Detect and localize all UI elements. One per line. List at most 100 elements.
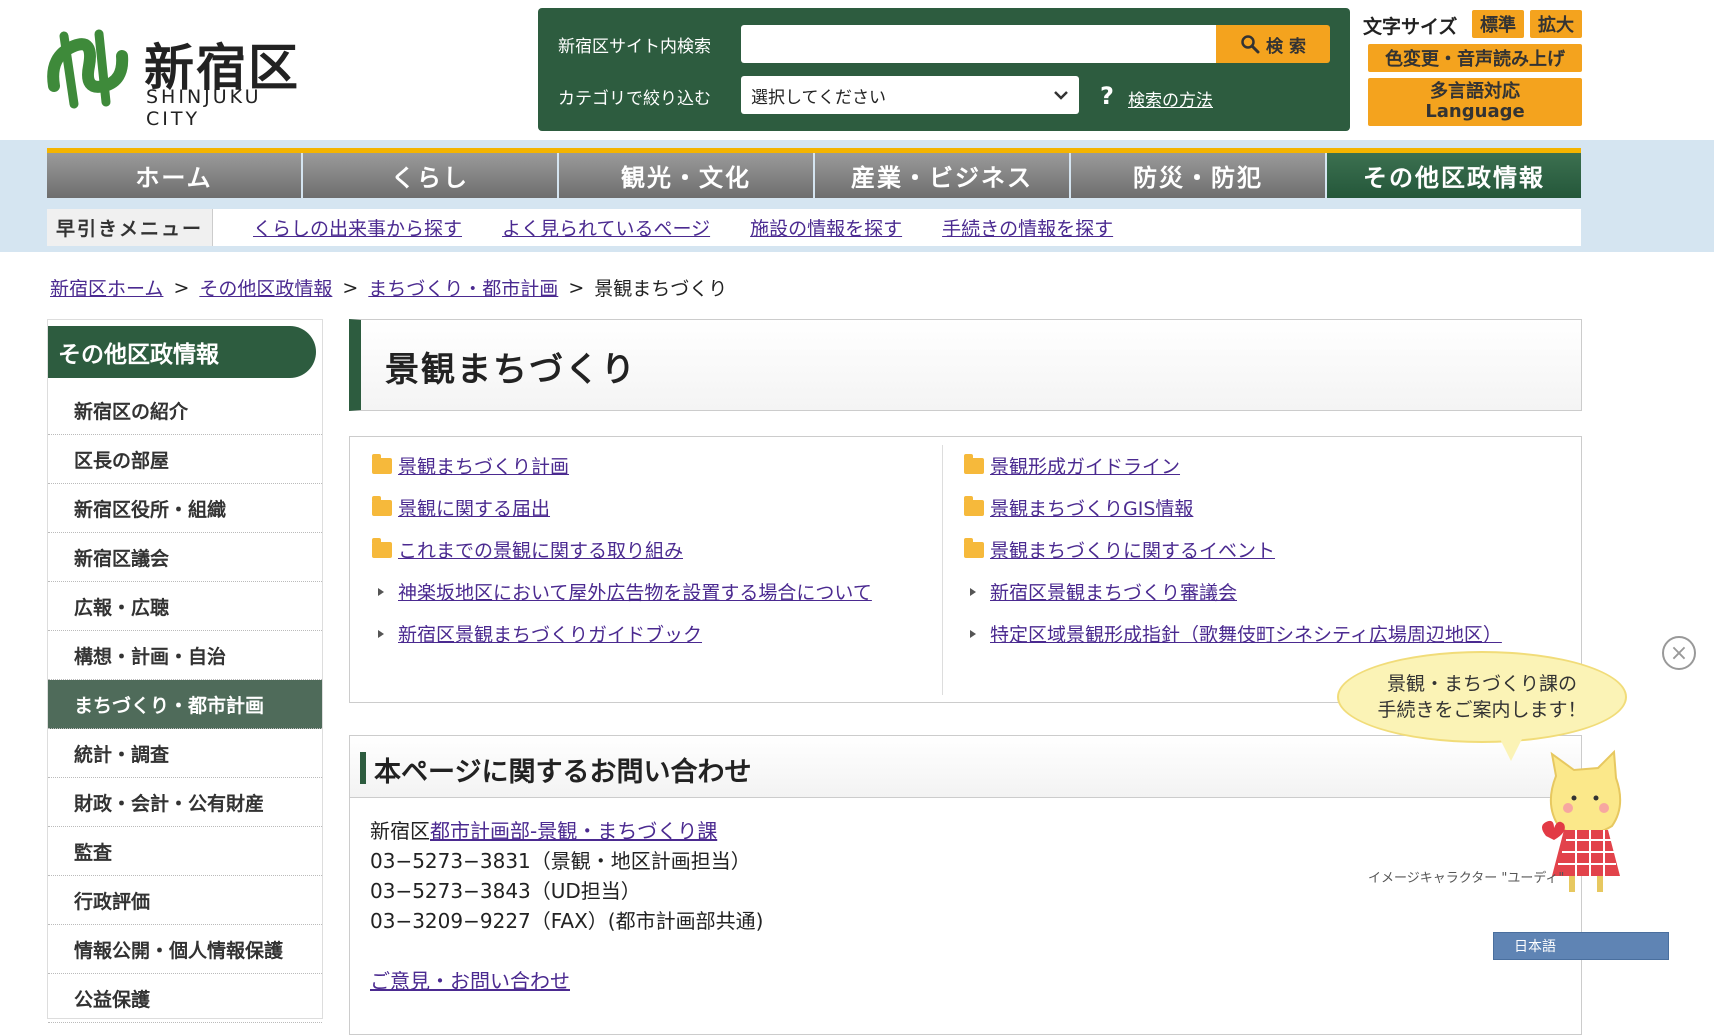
sidebar-menu: 新宿区の紹介 区長の部屋 新宿区役所・組織 新宿区議会 広報・広聴 構想・計画・… — [48, 386, 322, 1023]
category-selected-value: 選択してください — [751, 87, 886, 108]
sidebar-item[interactable]: 公益保護 — [48, 974, 322, 1023]
multilanguage-label-ja: 多言語対応 — [1430, 81, 1520, 102]
sidebar-item[interactable]: 監査 — [48, 827, 322, 876]
bullet-icon — [970, 630, 976, 638]
folder-icon — [372, 496, 392, 516]
sidebar-item[interactable]: 新宿区議会 — [48, 533, 322, 582]
search-label: 新宿区サイト内検索 — [558, 37, 711, 57]
quick-link-popular-pages[interactable]: よく見られているページ — [502, 214, 710, 241]
chevron-down-icon — [1054, 91, 1068, 100]
breadcrumb-link-city-planning[interactable]: まちづくり・都市計画 — [368, 274, 558, 301]
list-item: 新宿区景観まちづくり審議会 — [964, 579, 1524, 621]
search-help-link[interactable]: 検索の方法 — [1128, 86, 1213, 111]
page-link[interactable]: 特定区域景観形成指針（歌舞伎町シネシティ広場周辺地区） — [990, 621, 1510, 649]
close-icon[interactable]: × — [1662, 636, 1696, 670]
list-item: これまでの景観に関する取り組み — [372, 537, 932, 579]
list-item: 景観に関する届出 — [372, 495, 932, 537]
folder-icon — [964, 538, 984, 558]
sidebar-item[interactable]: 広報・広聴 — [48, 582, 322, 631]
folder-icon — [964, 496, 984, 516]
bullet-icon — [378, 630, 384, 638]
quick-link-life-events[interactable]: くらしの出来事から探す — [253, 214, 462, 241]
links-column-right: 景観形成ガイドライン 景観まちづくりGIS情報 景観まちづくりに関するイベント … — [964, 453, 1524, 681]
nav-industry-business[interactable]: 産業・ビジネス — [815, 153, 1071, 198]
quick-menu: 早引きメニュー くらしの出来事から探す よく見られているページ 施設の情報を探す… — [47, 209, 1581, 246]
department-link[interactable]: 都市計画部-景観・まちづくり課 — [430, 819, 717, 843]
category-link[interactable]: 景観まちづくりGIS情報 — [990, 495, 1193, 523]
breadcrumb-current: 景観まちづくり — [594, 278, 728, 300]
multilanguage-label-en: Language — [1425, 101, 1525, 122]
quick-link-facilities[interactable]: 施設の情報を探す — [750, 214, 902, 241]
search-button-label: 検 索 — [1266, 36, 1306, 57]
color-voice-button[interactable]: 色変更・音声読み上げ — [1368, 44, 1582, 72]
main-navigation: ホーム くらし 観光・文化 産業・ビジネス 防災・防犯 その他区政情報 — [47, 148, 1581, 198]
quick-link-procedures[interactable]: 手続きの情報を探す — [942, 214, 1113, 241]
list-item: 景観まちづくりGIS情報 — [964, 495, 1524, 537]
quick-menu-title: 早引きメニュー — [47, 209, 213, 246]
bubble-line: 手続きをご案内します！ — [1377, 699, 1587, 721]
sidebar: その他区政情報 新宿区の紹介 区長の部屋 新宿区役所・組織 新宿区議会 広報・広… — [47, 319, 323, 1023]
logo-name-en: SHINJUKU CITY — [146, 86, 262, 130]
sidebar-item[interactable]: 情報公開・個人情報保護 — [48, 925, 322, 974]
sidebar-item[interactable]: 区長の部屋 — [48, 435, 322, 484]
folder-icon — [372, 454, 392, 474]
breadcrumb-separator: > — [173, 276, 190, 299]
search-icon — [1241, 35, 1260, 54]
category-link[interactable]: 景観に関する届出 — [398, 495, 550, 523]
search-button[interactable]: 検 索 — [1216, 25, 1330, 63]
font-size-label: 文字サイズ — [1363, 16, 1458, 38]
nav-living[interactable]: くらし — [303, 153, 559, 198]
breadcrumb-link-home[interactable]: 新宿区ホーム — [50, 274, 163, 301]
nav-tourism-culture[interactable]: 観光・文化 — [559, 153, 815, 198]
shinjuku-logo-mark-icon — [47, 29, 129, 109]
font-size-normal-button[interactable]: 標準 — [1472, 10, 1524, 38]
sidebar-item[interactable]: 新宿区の紹介 — [48, 386, 322, 435]
breadcrumb-link-other-info[interactable]: その他区政情報 — [199, 274, 332, 301]
bullet-icon — [970, 588, 976, 596]
sidebar-title[interactable]: その他区政情報 — [48, 326, 316, 378]
sidebar-item[interactable]: 新宿区役所・組織 — [48, 484, 322, 533]
page-title: 景観まちづくり — [385, 350, 637, 390]
site-header: 新宿区 SHINJUKU CITY 新宿区サイト内検索 検 索 カテゴリで絞り込… — [0, 0, 1714, 140]
language-select[interactable]: 日本語 — [1493, 932, 1669, 960]
site-logo[interactable]: 新宿区 SHINJUKU CITY — [44, 24, 314, 130]
accessibility-tools: 文字サイズ 標準 拡大 色変更・音声読み上げ 多言語対応 Language — [1360, 6, 1586, 126]
list-item: 神楽坂地区において屋外広告物を設置する場合について — [372, 579, 932, 621]
category-link[interactable]: これまでの景観に関する取り組み — [398, 537, 683, 565]
breadcrumb-separator: > — [568, 276, 585, 299]
contact-body: 新宿区都市計画部-景観・まちづくり課 03−5273−3831（景観・地区計画担… — [370, 816, 763, 996]
sidebar-item-active[interactable]: まちづくり・都市計画 — [48, 680, 322, 729]
sidebar-item[interactable]: 行政評価 — [48, 876, 322, 925]
search-input[interactable] — [741, 25, 1221, 63]
breadcrumb-separator: > — [342, 276, 359, 299]
bubble-line: 景観・まちづくり課の — [1386, 673, 1577, 695]
page-link[interactable]: 新宿区景観まちづくりガイドブック — [398, 621, 702, 649]
category-link[interactable]: 景観まちづくりに関するイベント — [990, 537, 1275, 565]
page-link[interactable]: 新宿区景観まちづくり審議会 — [990, 579, 1237, 607]
contact-header: 本ページに関するお問い合わせ — [350, 736, 1581, 798]
page-title-box: 景観まちづくり — [349, 319, 1582, 411]
category-select[interactable]: 選択してください — [741, 76, 1079, 114]
multilanguage-button[interactable]: 多言語対応 Language — [1368, 78, 1582, 126]
folder-icon — [964, 454, 984, 474]
sidebar-item[interactable]: 統計・調査 — [48, 729, 322, 778]
list-item: 景観まちづくり計画 — [372, 453, 932, 495]
sidebar-item[interactable]: 財政・会計・公有財産 — [48, 778, 322, 827]
list-item: 景観形成ガイドライン — [964, 453, 1524, 495]
sidebar-item[interactable]: 構想・計画・自治 — [48, 631, 322, 680]
help-icon: ? — [1100, 82, 1114, 110]
inquiry-link[interactable]: ご意見・お問い合わせ — [370, 966, 763, 996]
assistant-speech-bubble[interactable]: 景観・まちづくり課の 手続きをご案内します！ — [1337, 651, 1627, 761]
category-label: カテゴリで絞り込む — [558, 89, 711, 109]
page-link[interactable]: 神楽坂地区において屋外広告物を設置する場合について — [398, 579, 872, 607]
category-link[interactable]: 景観形成ガイドライン — [990, 453, 1180, 481]
contact-prefix: 新宿区 — [370, 819, 430, 843]
font-size-large-button[interactable]: 拡大 — [1530, 10, 1582, 38]
nav-other-info[interactable]: その他区政情報 — [1327, 153, 1581, 198]
nav-home[interactable]: ホーム — [47, 153, 303, 198]
breadcrumb: 新宿区ホーム > その他区政情報 > まちづくり・都市計画 > 景観まちづくり — [50, 274, 727, 301]
column-divider — [942, 445, 943, 695]
category-link[interactable]: 景観まちづくり計画 — [398, 453, 569, 481]
nav-disaster-crime[interactable]: 防災・防犯 — [1071, 153, 1327, 198]
contact-phone-line: 03−5273−3831（景観・地区計画担当） — [370, 849, 751, 873]
